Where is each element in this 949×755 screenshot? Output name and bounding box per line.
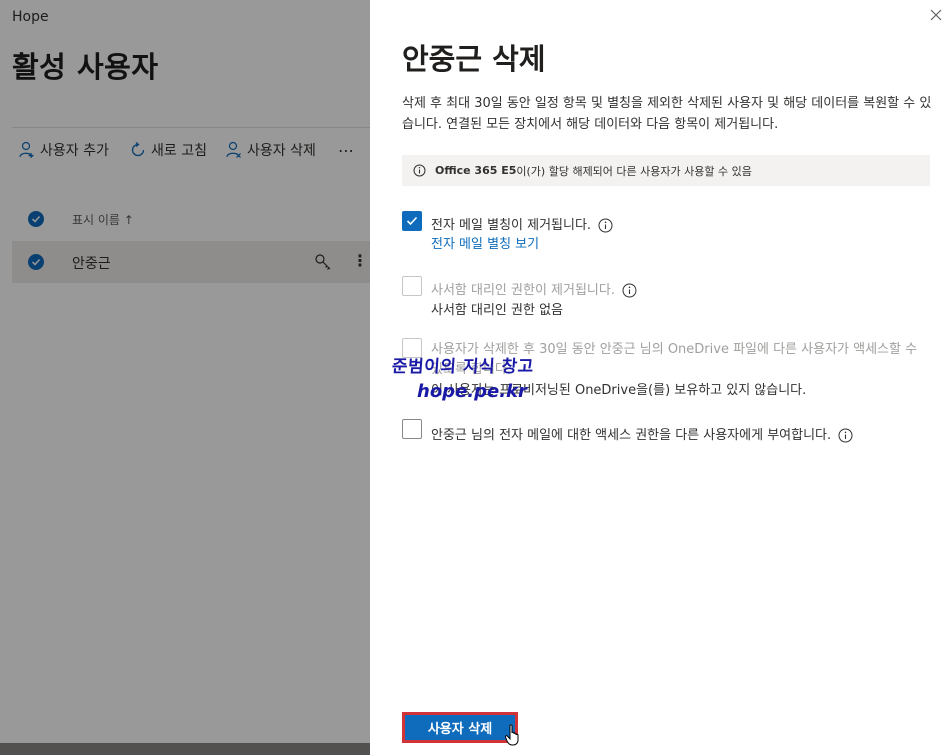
license-info-bar: Office 365 E5 이(가) 할당 해제되어 다른 사용자가 사용할 수 … — [402, 155, 930, 186]
view-alias-link[interactable]: 전자 메일 별칭 보기 — [431, 233, 539, 252]
license-name: Office 365 E5 — [435, 164, 517, 177]
watermark-title: 준범이의 지식 창고 — [391, 357, 535, 377]
remove-delegate-option: 사서함 대리인 권한이 제거됩니다. — [431, 279, 637, 298]
modal-overlay[interactable] — [0, 0, 370, 755]
info-icon — [413, 164, 426, 177]
remove-delegate-checkbox[interactable] — [402, 276, 422, 296]
close-icon[interactable] — [928, 7, 944, 23]
checkmark-icon — [406, 216, 418, 226]
delete-user-button[interactable]: 사용자 삭제 — [402, 712, 518, 743]
panel-description: 삭제 후 최대 30일 동안 일정 항목 및 별칭을 제외한 삭제된 사용자 및… — [402, 96, 932, 132]
info-icon[interactable] — [598, 218, 613, 233]
remove-delegate-label: 사서함 대리인 권한이 제거됩니다. — [431, 283, 615, 298]
watermark: 준범이의 지식 창고 hope.pe.kr — [391, 352, 535, 402]
license-info-text: 이(가) 할당 해제되어 다른 사용자가 사용할 수 있음 — [516, 164, 752, 178]
panel-title: 안중근 삭제 — [402, 42, 546, 76]
info-icon[interactable] — [622, 283, 637, 298]
hand-pointer-icon — [505, 724, 519, 746]
grant-mail-access-option: 안중근 님의 전자 메일에 대한 액세스 권한을 다른 사용자에게 부여합니다. — [431, 424, 853, 443]
grant-mail-access-label: 안중근 님의 전자 메일에 대한 액세스 권한을 다른 사용자에게 부여합니다. — [431, 428, 832, 443]
grant-mail-access-checkbox[interactable] — [402, 419, 422, 439]
remove-alias-option: 전자 메일 별칭이 제거됩니다. — [431, 214, 613, 233]
info-icon[interactable] — [838, 428, 853, 443]
remove-alias-checkbox[interactable] — [402, 211, 422, 231]
watermark-url: hope.pe.kr — [417, 381, 527, 402]
remove-alias-label: 전자 메일 별칭이 제거됩니다. — [431, 218, 592, 233]
delegate-status-text: 사서함 대리인 권한 없음 — [431, 303, 563, 318]
